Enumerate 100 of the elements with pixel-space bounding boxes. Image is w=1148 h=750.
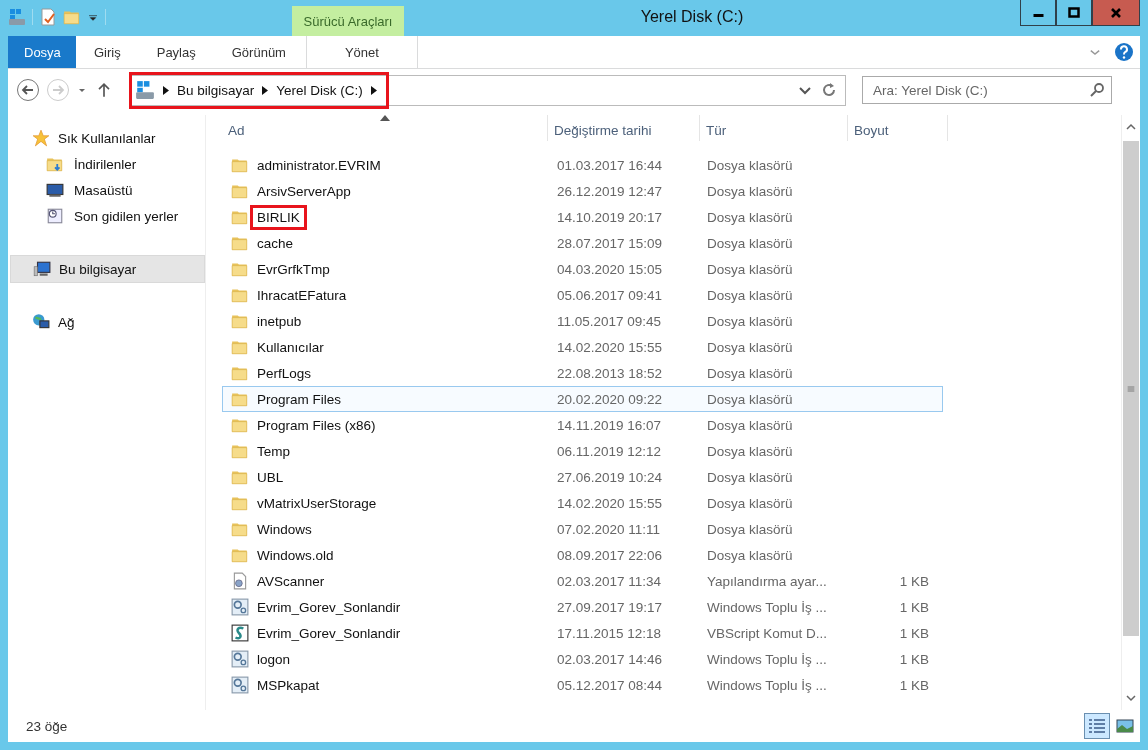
- vertical-scrollbar[interactable]: [1121, 115, 1140, 710]
- file-row[interactable]: vMatrixUserStorage 14.02.2020 15:55 Dosya klasörü: [222, 490, 943, 516]
- column-header[interactable]: Ad: [222, 115, 548, 141]
- file-row[interactable]: Windows.old 08.09.2017 22:06 Dosya klasörü: [222, 542, 943, 568]
- file-name: Program Files (x86): [256, 416, 377, 435]
- folder-icon: [231, 338, 249, 356]
- file-row[interactable]: Temp 06.11.2019 12:12 Dosya klasörü: [222, 438, 943, 464]
- modified-date: 27.06.2019 10:24: [556, 469, 664, 485]
- folder-icon: [231, 520, 249, 538]
- monitor-icon: [46, 181, 64, 199]
- file-name: IhracatEFatura: [256, 286, 348, 305]
- recent-places-icon: [46, 207, 64, 225]
- scroll-down-icon[interactable]: [1125, 692, 1137, 704]
- column-header[interactable]: Boyut: [848, 115, 948, 141]
- file-name: administrator.EVRIM: [256, 156, 382, 175]
- gear-file-icon: [231, 676, 249, 694]
- modified-date: 17.11.2015 12:18: [556, 625, 663, 641]
- column-header[interactable]: Değiştirme tarihi: [548, 115, 700, 141]
- sidebar-item[interactable]: Son gidilen yerler: [8, 203, 205, 229]
- file-name: cache: [256, 234, 295, 253]
- file-row[interactable]: MSPkapat 05.12.2017 08:44 Windows Toplu İş ... 1 KB: [222, 672, 943, 698]
- file-name: BIRLIK: [253, 207, 304, 227]
- sidebar-item[interactable]: Masaüstü: [8, 177, 205, 203]
- ribbon-tab[interactable]: Görünüm: [213, 36, 304, 68]
- file-size: 1 KB: [898, 573, 929, 589]
- file-row[interactable]: UBL 27.06.2019 10:24 Dosya klasörü: [222, 464, 943, 490]
- folder-icon: [231, 208, 249, 226]
- sort-ascending-icon: [379, 115, 390, 121]
- file-row[interactable]: cache 28.07.2017 15:09 Dosya klasörü: [222, 230, 943, 256]
- folder-icon: [231, 182, 249, 200]
- modified-date: 07.02.2020 11:11: [556, 521, 662, 537]
- window-title: Yerel Disk (C:): [640, 8, 744, 26]
- properties-icon[interactable]: [39, 8, 57, 26]
- breadcrumb-arrow-icon[interactable]: [262, 85, 269, 95]
- maximize-button[interactable]: [1056, 0, 1092, 26]
- details-view-icon: [1088, 718, 1106, 734]
- modified-date: 28.07.2017 15:09: [556, 235, 664, 251]
- file-row[interactable]: IhracatEFatura 05.06.2017 09:41 Dosya klasörü: [222, 282, 943, 308]
- file-name: Evrim_Gorev_Sonlandir: [256, 624, 402, 643]
- sidebar-item[interactable]: Ağ: [8, 309, 205, 335]
- refresh-icon[interactable]: [821, 82, 837, 98]
- file-size: 1 KB: [898, 625, 929, 641]
- modified-date: 11.05.2017 09:45: [556, 313, 663, 329]
- file-type: Dosya klasörü: [706, 547, 794, 563]
- breadcrumb-item[interactable]: Bu bilgisayar: [177, 82, 255, 98]
- file-row[interactable]: Kullanıcılar 14.02.2020 15:55 Dosya klasörü: [222, 334, 943, 360]
- ribbon-tab[interactable]: Giriş: [76, 36, 139, 68]
- modified-date: 02.03.2017 14:46: [556, 651, 664, 667]
- file-type: Dosya klasörü: [706, 235, 794, 251]
- star-icon: [32, 129, 50, 147]
- file-row[interactable]: logon 02.03.2017 14:46 Windows Toplu İş ... 1 KB: [222, 646, 943, 672]
- sidebar-item[interactable]: Sık Kullanılanlar: [8, 125, 205, 151]
- search-field[interactable]: Ara: Yerel Disk (C:): [862, 76, 1112, 104]
- file-type: Windows Toplu İş ...: [706, 651, 828, 667]
- folder-download-icon: [46, 155, 64, 173]
- file-row[interactable]: AVScanner 02.03.2017 11:34 Yapılandırma ayar... 1 KB: [222, 568, 943, 594]
- file-name: Evrim_Gorev_Sonlandir: [256, 598, 402, 617]
- folder-icon: [231, 442, 249, 460]
- file-row[interactable]: administrator.EVRIM 01.03.2017 16:44 Dosya klasörü: [222, 152, 943, 178]
- file-type: Windows Toplu İş ...: [706, 677, 828, 693]
- ribbon-tab[interactable]: Dosya: [8, 36, 76, 68]
- file-type: Dosya klasörü: [706, 417, 794, 433]
- back-button[interactable]: [16, 78, 40, 102]
- close-button[interactable]: [1092, 0, 1140, 26]
- thumbnail-view-icon: [1116, 718, 1134, 734]
- breadcrumb-arrow-icon[interactable]: [370, 85, 377, 95]
- file-row[interactable]: BIRLIK 14.10.2019 20:17 Dosya klasörü: [222, 204, 943, 230]
- folder-icon: [231, 546, 249, 564]
- sidebar-item[interactable]: Bu bilgisayar: [10, 255, 205, 283]
- ribbon-tab[interactable]: Yönet: [305, 36, 418, 68]
- file-row[interactable]: Program Files 20.02.2020 09:22 Dosya klasörü: [222, 386, 943, 412]
- help-icon[interactable]: [1114, 42, 1134, 62]
- file-type: Yapılandırma ayar...: [706, 573, 828, 589]
- file-type: Dosya klasörü: [706, 391, 794, 407]
- file-row[interactable]: Evrim_Gorev_Sonlandir 17.11.2015 12:18 VBScript Komut D... 1 KB: [222, 620, 943, 646]
- file-size: 1 KB: [898, 599, 929, 615]
- view-button[interactable]: [1084, 713, 1110, 739]
- file-row[interactable]: PerfLogs 22.08.2013 18:52 Dosya klasörü: [222, 360, 943, 386]
- address-bar[interactable]: Bu bilgisayar Yerel Disk (C:): [130, 74, 846, 106]
- modified-date: 14.02.2020 15:55: [556, 339, 664, 355]
- file-row[interactable]: EvrGrfkTmp 04.03.2020 15:05 Dosya klasörü: [222, 256, 943, 282]
- breadcrumb-arrow-icon[interactable]: [163, 85, 169, 95]
- file-type: Windows Toplu İş ...: [706, 599, 828, 615]
- minimize-icon: [1032, 14, 1044, 17]
- file-row[interactable]: Windows 07.02.2020 11:11 Dosya klasörü: [222, 516, 943, 542]
- file-name: UBL: [256, 468, 285, 487]
- file-row[interactable]: Program Files (x86) 14.11.2019 16:07 Dosya klasörü: [222, 412, 943, 438]
- file-row[interactable]: ArsivServerApp 26.12.2019 12:47 Dosya klasörü: [222, 178, 943, 204]
- file-name: EvrGrfkTmp: [256, 260, 331, 279]
- file-row[interactable]: Evrim_Gorev_Sonlandir 27.09.2017 19:17 Windows Toplu İş ... 1 KB: [222, 594, 943, 620]
- breadcrumb-item[interactable]: Yerel Disk (C:): [276, 82, 363, 98]
- column-header[interactable]: Tür: [700, 115, 848, 141]
- file-row[interactable]: inetpub 11.05.2017 09:45 Dosya klasörü: [222, 308, 943, 334]
- search-icon: [1089, 82, 1105, 98]
- minimize-button[interactable]: [1020, 0, 1056, 26]
- folder-icon: [231, 156, 249, 174]
- file-name: AVScanner: [256, 572, 326, 591]
- sidebar-item[interactable]: İndirilenler: [8, 151, 205, 177]
- ribbon-tab[interactable]: Paylaş: [138, 36, 214, 68]
- file-type: Dosya klasörü: [706, 261, 794, 277]
